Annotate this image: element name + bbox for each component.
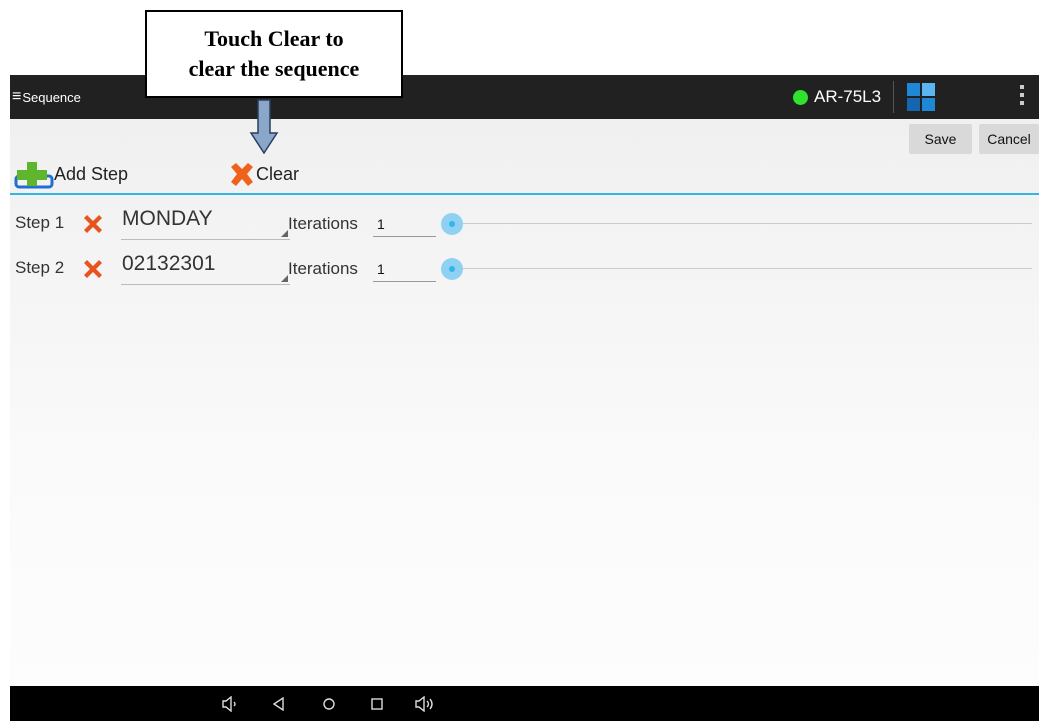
iterations-slider-track[interactable] [452, 223, 1032, 224]
add-step-label: Add Step [54, 164, 129, 184]
iterations-slider-track[interactable] [452, 268, 1032, 269]
annotation-callout: Touch Clear to clear the sequence [145, 10, 403, 98]
home-icon[interactable] [314, 686, 344, 721]
annotation-text: Touch Clear to clear the sequence [188, 26, 360, 81]
iterations-slider-thumb[interactable] [441, 258, 463, 280]
volume-up-icon[interactable] [410, 686, 440, 721]
back-icon[interactable] [264, 686, 294, 721]
clear-button[interactable]: Clear [228, 157, 299, 192]
sequence-editor: Save Cancel Add Step Clear Step 1 MONDAY… [10, 119, 1039, 686]
accent-divider [10, 193, 1039, 195]
grid-view-icon[interactable] [907, 83, 935, 111]
program-select[interactable]: MONDAY [121, 205, 290, 240]
overflow-menu-icon[interactable] [1019, 85, 1025, 109]
iterations-input[interactable] [373, 256, 436, 282]
iterations-input[interactable] [373, 211, 436, 237]
step-label: Step 2 [15, 258, 65, 277]
system-nav-bar [10, 686, 1039, 721]
nav-menu-button[interactable]: ≡ Sequence [12, 75, 81, 119]
arrow-down-icon [249, 99, 279, 155]
program-select[interactable]: 02132301 [121, 250, 290, 285]
iterations-label: Iterations [288, 259, 358, 278]
save-button[interactable]: Save [909, 124, 972, 154]
volume-down-icon[interactable] [215, 686, 245, 721]
clear-label: Clear [256, 164, 300, 184]
dropdown-corner-icon [281, 230, 288, 237]
screen-title: Sequence [22, 89, 81, 105]
divider [893, 81, 894, 113]
hamburger-icon: ≡ [12, 88, 22, 105]
program-value: MONDAY [122, 207, 213, 230]
add-step-icon [14, 161, 54, 188]
iterations-label: Iterations [288, 214, 358, 233]
iterations-slider-thumb[interactable] [441, 213, 463, 235]
dropdown-corner-icon [281, 275, 288, 282]
delete-step-icon[interactable] [82, 213, 104, 235]
device-name: AR-75L3 [814, 87, 882, 106]
program-value: 02132301 [122, 252, 216, 275]
device-indicator[interactable]: AR-75L3 [793, 75, 881, 119]
step-row: Step 2 02132301 Iterations [10, 250, 1039, 290]
recents-icon[interactable] [362, 686, 392, 721]
step-row: Step 1 MONDAY Iterations [10, 205, 1039, 245]
cancel-button[interactable]: Cancel [979, 124, 1039, 154]
clear-icon [231, 162, 253, 186]
add-step-button[interactable]: Add Step [14, 157, 128, 192]
delete-step-icon[interactable] [82, 258, 104, 280]
step-label: Step 1 [15, 213, 65, 232]
connection-status-dot [793, 89, 808, 105]
